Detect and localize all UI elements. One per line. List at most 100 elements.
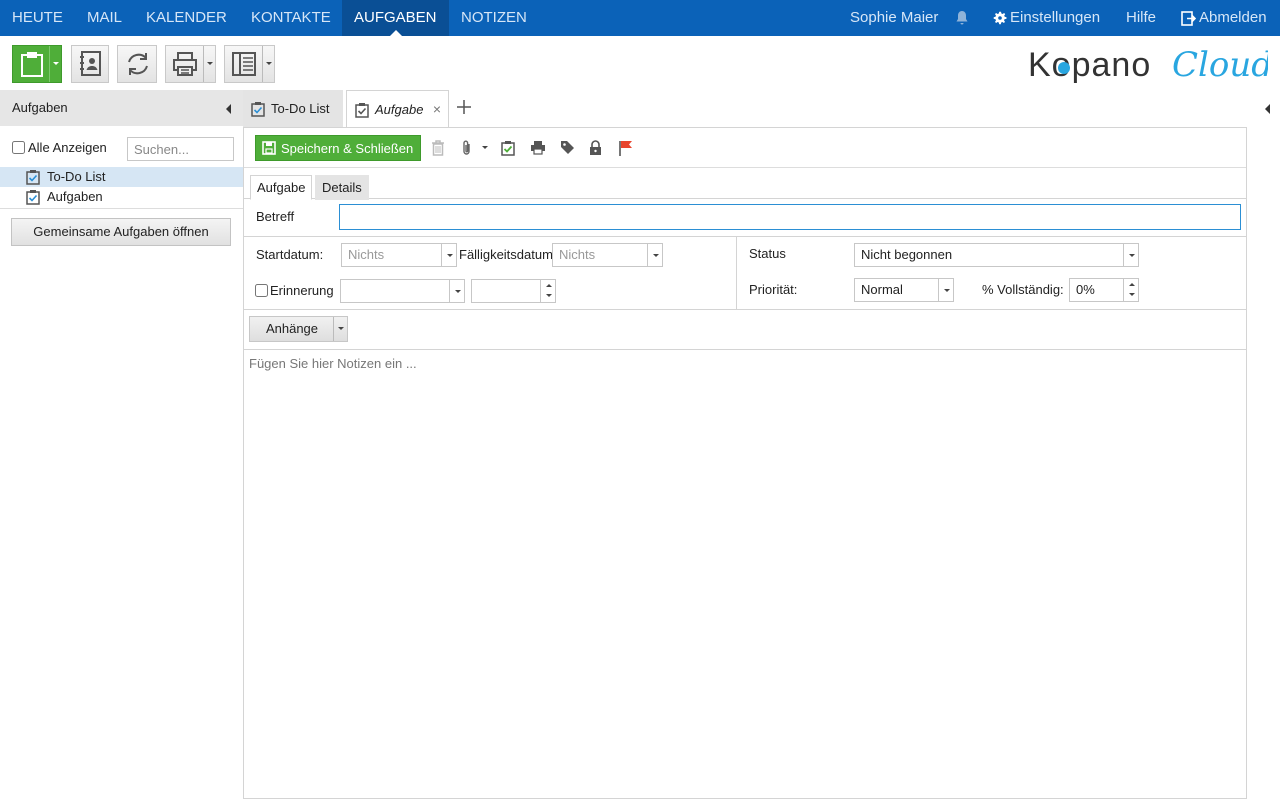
flag-icon[interactable] bbox=[618, 140, 633, 156]
address-book-button[interactable] bbox=[71, 45, 109, 83]
status-select[interactable]: Nicht begonnen bbox=[854, 243, 1139, 267]
print-button[interactable] bbox=[165, 45, 216, 83]
status-value: Nicht begonnen bbox=[861, 247, 953, 262]
priority-value: Normal bbox=[861, 282, 903, 297]
lock-icon[interactable] bbox=[589, 140, 602, 156]
new-task-button[interactable] bbox=[12, 45, 62, 83]
due-date-field[interactable]: Nichts bbox=[552, 243, 663, 267]
folder-label: Aufgaben bbox=[47, 189, 103, 204]
settings-link[interactable]: Einstellungen bbox=[992, 0, 1100, 36]
trash-icon[interactable] bbox=[431, 140, 445, 156]
logout-label: Abmelden bbox=[1199, 9, 1267, 26]
betreff-input[interactable] bbox=[339, 204, 1241, 230]
reminder-toggle[interactable]: Erinnerung bbox=[255, 283, 334, 298]
reminder-date-dropdown[interactable] bbox=[449, 280, 464, 302]
status-dropdown[interactable] bbox=[1123, 244, 1138, 266]
status-label: Status bbox=[749, 246, 786, 261]
reminder-date-field[interactable] bbox=[340, 279, 465, 303]
folder-item-aufgaben[interactable]: Aufgaben bbox=[0, 187, 243, 207]
folder-label: To-Do List bbox=[47, 169, 106, 184]
add-tab-icon[interactable] bbox=[455, 98, 473, 116]
start-date-dropdown[interactable] bbox=[441, 244, 456, 266]
chevron-down-icon[interactable] bbox=[482, 146, 488, 150]
priority-dropdown[interactable] bbox=[938, 279, 953, 301]
due-date-label: Fälligkeitsdatum: bbox=[459, 247, 557, 262]
view-button[interactable] bbox=[224, 45, 275, 83]
divider bbox=[244, 309, 1246, 310]
left-panel-header: Aufgaben bbox=[0, 90, 243, 126]
paperclip-icon[interactable] bbox=[461, 140, 473, 156]
task-icon bbox=[355, 103, 369, 118]
divider bbox=[0, 208, 243, 209]
notes-editor[interactable] bbox=[244, 349, 1246, 798]
save-close-button[interactable]: Speichern & Schließen bbox=[255, 135, 422, 161]
tab-label: To-Do List bbox=[271, 101, 330, 116]
nav-kontakte[interactable]: KONTAKTE bbox=[239, 0, 343, 36]
due-date-dropdown[interactable] bbox=[647, 244, 662, 266]
layout-icon bbox=[232, 52, 256, 76]
main-toolbar: Kopano Cloud bbox=[0, 36, 1280, 90]
divider bbox=[244, 236, 1246, 237]
nav-notizen[interactable]: NOTIZEN bbox=[449, 0, 539, 36]
close-icon[interactable]: × bbox=[433, 91, 441, 128]
start-date-field[interactable]: Nichts bbox=[341, 243, 457, 267]
show-all-checkbox[interactable] bbox=[12, 141, 25, 154]
tab-label: Aufgabe bbox=[375, 102, 424, 117]
view-dropdown[interactable] bbox=[262, 46, 274, 82]
priority-select[interactable]: Normal bbox=[854, 278, 954, 302]
nav-kalender[interactable]: KALENDER bbox=[134, 0, 239, 36]
top-navigation: HEUTE MAIL KALENDER KONTAKTE AUFGABEN NO… bbox=[0, 0, 1280, 36]
show-all-filter[interactable]: Alle Anzeigen bbox=[12, 140, 107, 155]
due-date-value: Nichts bbox=[559, 247, 596, 262]
logo-cloud-text: Cloud bbox=[1172, 45, 1268, 85]
logo-kopano-text: Kopano bbox=[1028, 46, 1151, 84]
tag-icon[interactable] bbox=[560, 140, 575, 155]
left-panel: Aufgaben Alle Anzeigen To-Do List Aufgab… bbox=[0, 90, 243, 800]
save-icon bbox=[262, 141, 276, 155]
left-panel-title: Aufgaben bbox=[12, 100, 68, 115]
subtab-aufgabe[interactable]: Aufgabe bbox=[250, 175, 313, 200]
task-complete-icon[interactable] bbox=[501, 140, 515, 156]
collapse-left-icon[interactable] bbox=[226, 104, 231, 114]
reminder-time-field[interactable] bbox=[471, 279, 556, 303]
divider bbox=[736, 236, 737, 309]
reminder-checkbox[interactable] bbox=[255, 284, 268, 297]
printer-icon[interactable] bbox=[530, 140, 546, 155]
open-shared-tasks-button[interactable]: Gemeinsame Aufgaben öffnen bbox=[11, 218, 231, 246]
attachments-label: Anhänge bbox=[265, 321, 319, 336]
task-folder-icon bbox=[26, 170, 40, 185]
gear-icon bbox=[993, 11, 1007, 25]
subtab-details[interactable]: Details bbox=[315, 175, 369, 200]
priority-label: Priorität: bbox=[749, 282, 798, 297]
task-editor: Speichern & Schließen Aufgabe Details Be… bbox=[243, 127, 1247, 799]
collapse-right-icon[interactable] bbox=[1265, 104, 1270, 114]
print-dropdown[interactable] bbox=[203, 46, 215, 82]
user-name[interactable]: Sophie Maier bbox=[850, 0, 938, 36]
folder-item-todo-list[interactable]: To-Do List bbox=[0, 167, 243, 187]
logout-link[interactable]: Abmelden bbox=[1181, 0, 1267, 36]
nav-mail[interactable]: MAIL bbox=[75, 0, 134, 36]
clipboard-icon bbox=[21, 52, 43, 77]
reminder-time-spinner[interactable] bbox=[540, 280, 555, 302]
reminder-label: Erinnerung bbox=[270, 283, 334, 298]
nav-aufgaben[interactable]: AUFGABEN bbox=[342, 0, 449, 36]
refresh-button[interactable] bbox=[117, 45, 157, 83]
new-task-dropdown[interactable] bbox=[49, 46, 61, 82]
bell-icon[interactable] bbox=[955, 0, 969, 36]
percent-complete-spinner[interactable] bbox=[1123, 279, 1138, 301]
folder-search-input[interactable] bbox=[127, 137, 234, 161]
help-link[interactable]: Hilfe bbox=[1126, 0, 1156, 36]
nav-heute[interactable]: HEUTE bbox=[0, 0, 75, 36]
percent-complete-value: 0% bbox=[1076, 282, 1095, 297]
tab-aufgabe[interactable]: Aufgabe × bbox=[346, 90, 449, 127]
percent-complete-field[interactable]: 0% bbox=[1069, 278, 1139, 302]
task-folder-icon bbox=[26, 190, 40, 205]
show-all-label: Alle Anzeigen bbox=[28, 140, 107, 155]
logout-icon bbox=[1181, 10, 1197, 26]
tab-todo-list[interactable]: To-Do List bbox=[243, 90, 343, 127]
percent-complete-label: % Vollständig: bbox=[982, 282, 1064, 297]
attachments-dropdown[interactable] bbox=[333, 317, 347, 341]
editor-toolbar: Speichern & Schließen bbox=[244, 128, 1246, 168]
settings-label: Einstellungen bbox=[1010, 9, 1101, 26]
attachments-button[interactable]: Anhänge bbox=[249, 316, 348, 342]
